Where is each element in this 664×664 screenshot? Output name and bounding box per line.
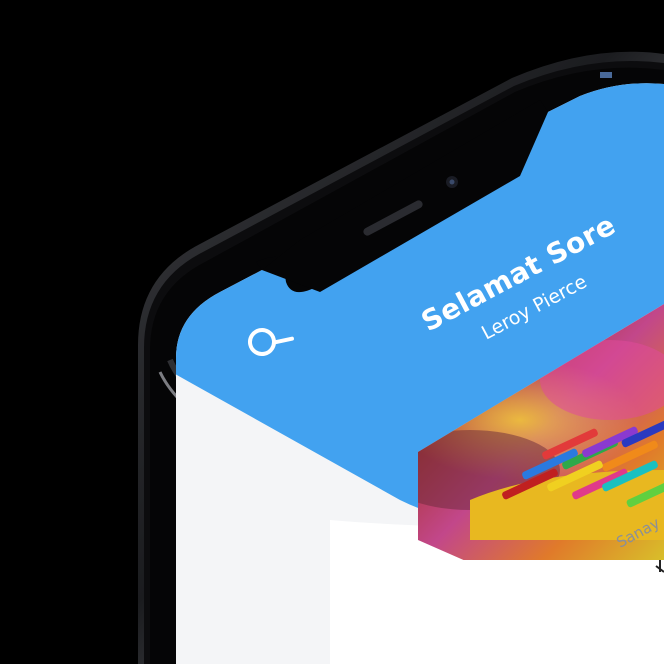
- frame-highlight: [600, 72, 612, 78]
- phone-mockup: Sanay Selamat Sore Leroy Pierce: [138, 51, 664, 664]
- mockup-stage: Sanay Selamat Sore Leroy Pierce: [0, 0, 664, 664]
